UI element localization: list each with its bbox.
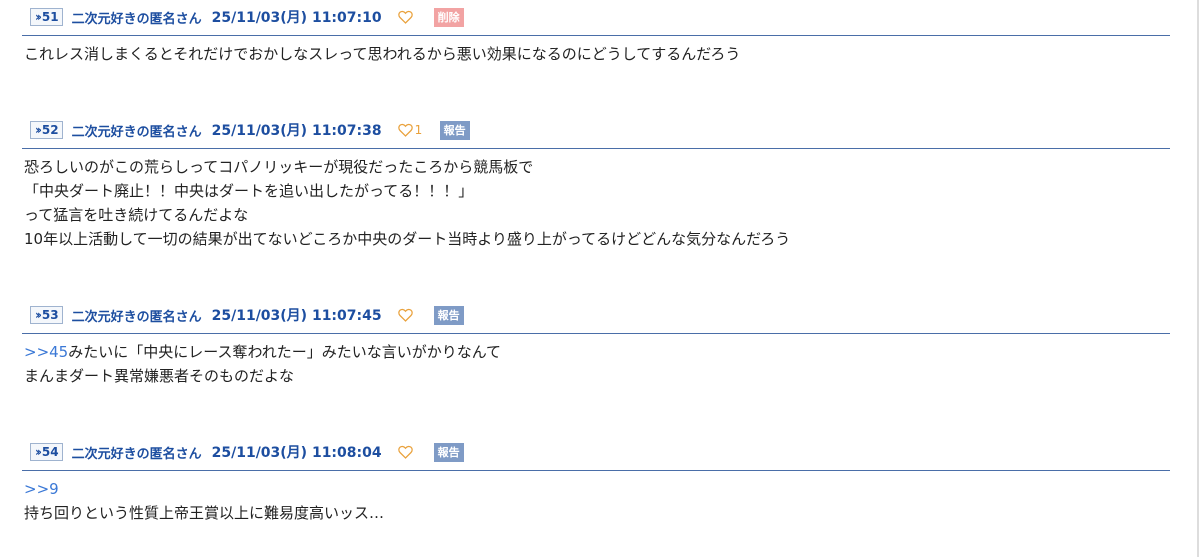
post-text-line: これレス消しまくるとそれだけでおかしなスレって思われるから悪い効果になるのにどう… [24, 45, 741, 63]
post-body: >>45みたいに「中央にレース奪われたー」みたいな言いがかりなんて まんまダート… [24, 340, 501, 388]
post-divider [22, 148, 1170, 149]
post-body: 恐ろしいのがこの荒らしってコパノリッキーが現役だったころから競馬板で 「中央ダー… [24, 155, 790, 251]
post-header: ›› 51 二次元好きの匿名さん 25/11/03(月) 11:07:10 削除 [30, 6, 464, 28]
report-button[interactable]: 報告 [439, 120, 470, 140]
res-number: 52 [41, 123, 59, 137]
post-body: >>9 持ち回りという性質上帝王賞以上に難易度高いッス… [24, 477, 384, 525]
post-date: 25/11/03(月) 11:07:38 [211, 123, 382, 139]
post-text: みたいに「中央にレース奪われたー」みたいな言いがかりなんて [68, 343, 501, 361]
like-button[interactable] [397, 308, 434, 322]
post-divider [22, 35, 1170, 36]
post-date: 25/11/03(月) 11:07:10 [211, 10, 382, 26]
post-divider [22, 470, 1170, 471]
res-number: 54 [41, 445, 59, 459]
res-number-button[interactable]: ›› 51 [30, 8, 63, 26]
double-chevron-right-icon: ›› [35, 445, 42, 459]
double-chevron-right-icon: ›› [35, 10, 42, 24]
post-header: ›› 53 二次元好きの匿名さん 25/11/03(月) 11:07:45 報告 [30, 304, 464, 326]
like-button[interactable] [397, 445, 434, 459]
res-number: 51 [41, 10, 59, 24]
poster-name[interactable]: 二次元好きの匿名さん [72, 443, 202, 462]
poster-name[interactable]: 二次元好きの匿名さん [72, 121, 202, 140]
post-body: これレス消しまくるとそれだけでおかしなスレって思われるから悪い効果になるのにどう… [24, 42, 740, 66]
post-text-line: 恐ろしいのがこの荒らしってコパノリッキーが現役だったころから競馬板で [24, 158, 534, 176]
reply-anchor-link[interactable]: >>45 [24, 343, 68, 361]
res-number-button[interactable]: ›› 54 [30, 443, 63, 461]
post-text-line: 10年以上活動して一切の結果が出てないどころか中央のダート当時より盛り上がってる… [24, 230, 791, 248]
double-chevron-right-icon: ›› [35, 123, 42, 137]
heart-outline-icon [397, 123, 413, 137]
post-text-line: >>45みたいに「中央にレース奪われたー」みたいな言いがかりなんて [24, 340, 501, 364]
post-header: ›› 54 二次元好きの匿名さん 25/11/03(月) 11:08:04 報告 [30, 441, 464, 463]
post-divider [22, 333, 1170, 334]
poster-name[interactable]: 二次元好きの匿名さん [72, 8, 202, 27]
like-button[interactable] [397, 10, 434, 24]
res-number-button[interactable]: ›› 53 [30, 306, 63, 324]
post-text-line: まんまダート異常嫌悪者そのものだよな [24, 367, 295, 385]
report-button[interactable]: 報告 [433, 305, 464, 325]
heart-outline-icon [397, 308, 413, 322]
reply-anchor-link[interactable]: >>9 [24, 477, 384, 501]
poster-name[interactable]: 二次元好きの匿名さん [72, 306, 202, 325]
res-number: 53 [41, 308, 59, 322]
post-date: 25/11/03(月) 11:07:45 [211, 308, 382, 324]
post-date: 25/11/03(月) 11:08:04 [211, 445, 382, 461]
res-number-button[interactable]: ›› 52 [30, 121, 63, 139]
double-chevron-right-icon: ›› [35, 308, 42, 322]
heart-outline-icon [397, 445, 413, 459]
post-text-line: って猛言を吐き続けてるんだよな [24, 206, 249, 224]
like-button[interactable]: 1 [397, 123, 440, 137]
heart-outline-icon [397, 10, 413, 24]
like-count: 1 [414, 123, 423, 137]
post-header: ›› 52 二次元好きの匿名さん 25/11/03(月) 11:07:38 1 … [30, 119, 470, 141]
delete-button[interactable]: 削除 [433, 7, 464, 27]
thread-view: ›› 51 二次元好きの匿名さん 25/11/03(月) 11:07:10 削除… [0, 0, 1199, 557]
post-text-line: 「中央ダート廃止！！中央はダートを追い出したがってる！！！」 [24, 182, 474, 200]
report-button[interactable]: 報告 [433, 442, 464, 462]
post-text-line: 持ち回りという性質上帝王賞以上に難易度高いッス… [24, 504, 385, 522]
